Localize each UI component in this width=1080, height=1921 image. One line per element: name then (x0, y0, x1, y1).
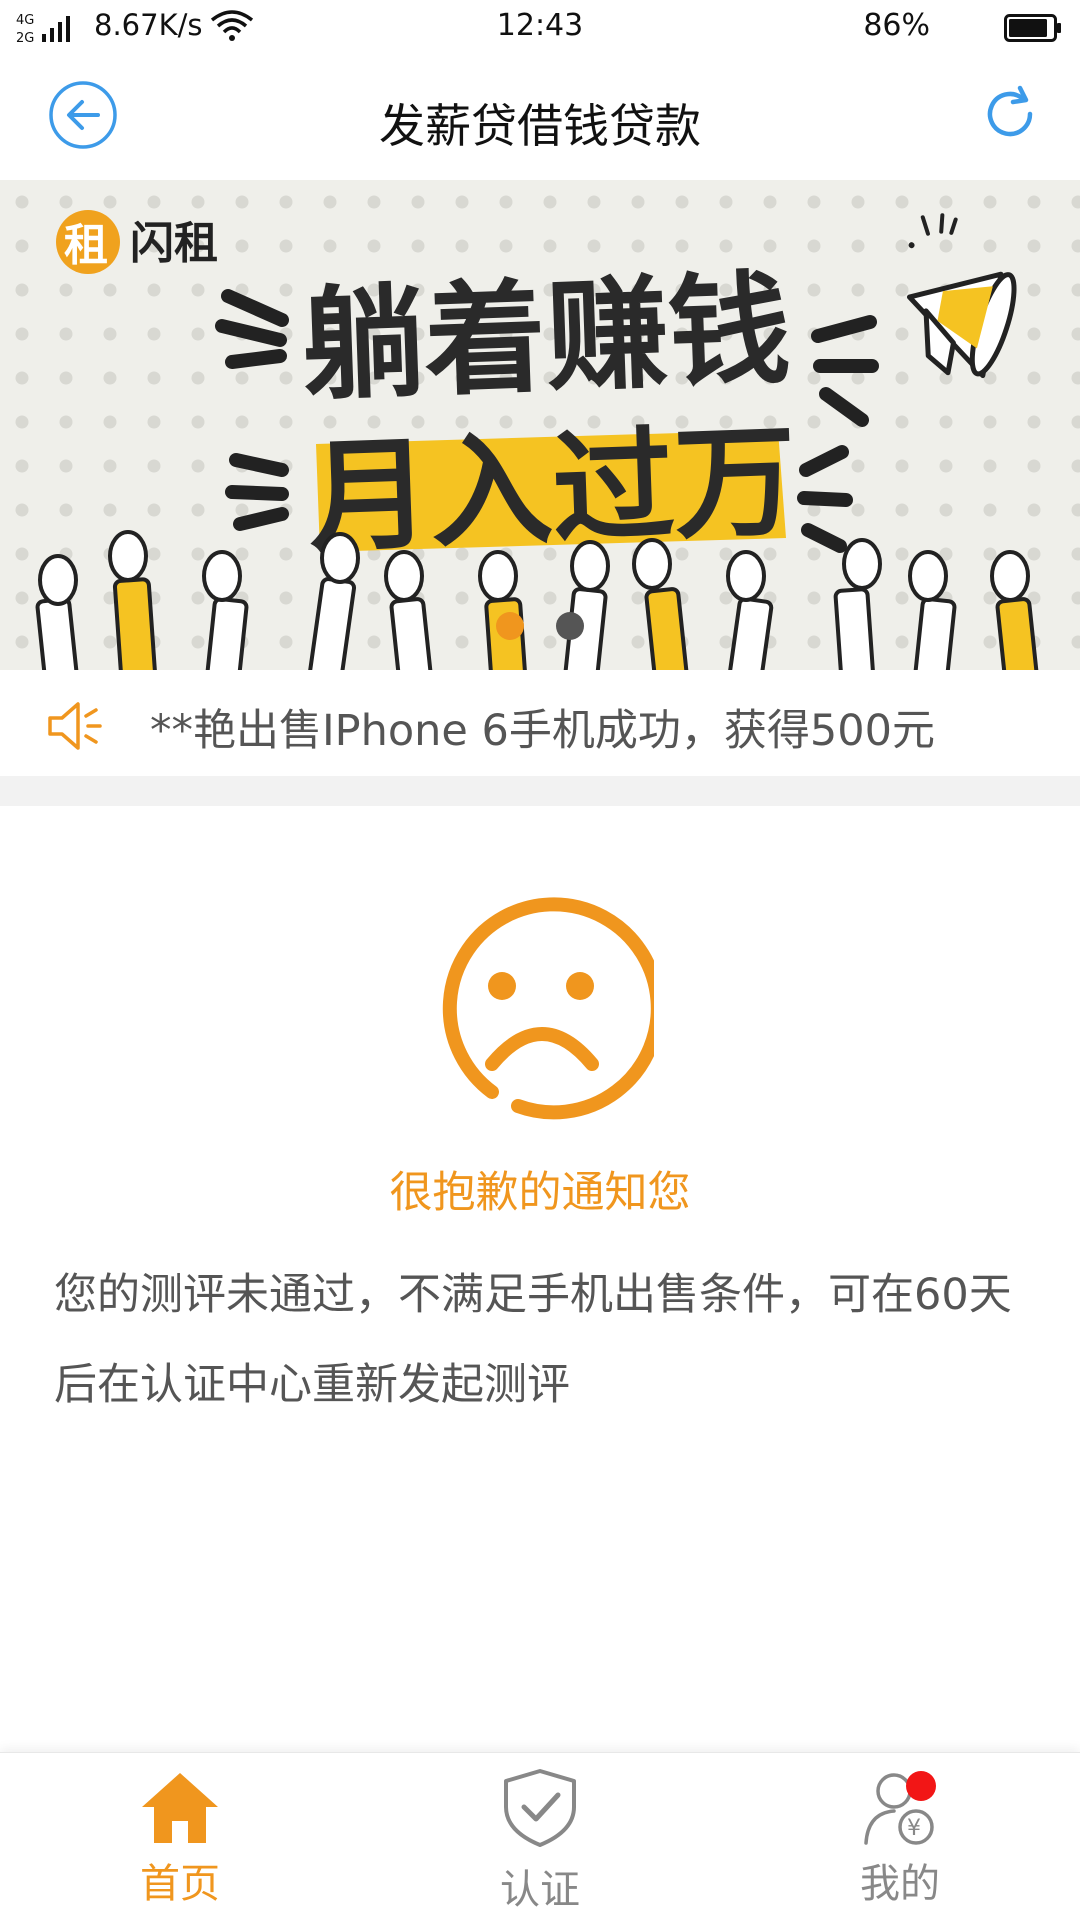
bottom-tab-bar: 首页 认证 ¥ 我的 (0, 1752, 1080, 1921)
tab-mine[interactable]: ¥ 我的 (800, 1753, 1000, 1921)
page-title: 发薪贷借钱贷款 (379, 99, 701, 153)
tab-certification-label: 认证 (500, 1867, 580, 1913)
home-icon (142, 1773, 218, 1843)
battery-icon (1004, 14, 1061, 42)
tab-mine-label: 我的 (860, 1861, 940, 1907)
promo-banner[interactable]: 租 闪租 躺着赚钱 月入过万 (0, 180, 1080, 670)
result-title: 很抱歉的通知您 (389, 1168, 691, 1218)
announcement-bar: **艳出售IPhone 6手机成功，获得500元 (0, 670, 1080, 776)
tab-certification[interactable]: 认证 (440, 1753, 640, 1921)
nav-header: 发薪贷借钱贷款 (0, 56, 1080, 182)
battery-percent: 86% (863, 8, 930, 43)
speaker-icon (48, 702, 102, 750)
sad-face-icon (442, 897, 654, 1120)
result-message: 您的测评未通过，不满足手机出售条件，可在60天后在认证中心重新发起测评 (54, 1270, 1012, 1410)
shield-check-icon (504, 1769, 576, 1847)
announcement-text: **艳出售IPhone 6手机成功，获得500元 (150, 706, 935, 756)
refresh-button[interactable] (980, 84, 1040, 144)
tab-home[interactable]: 首页 (80, 1753, 280, 1921)
svg-text:租: 租 (64, 220, 108, 271)
status-bar: 4G 2G 8.67K/s 12:43 86% (0, 0, 1080, 56)
section-divider (0, 776, 1080, 806)
svg-text:¥: ¥ (907, 1816, 921, 1841)
brand-logo: 租 闪租 (56, 210, 218, 274)
brand-name: 闪租 (130, 218, 218, 269)
carousel-dot-2[interactable] (556, 612, 584, 640)
banner-headline-1: 躺着赚钱 (300, 258, 793, 417)
banner-headline-2: 月入过万 (306, 410, 799, 569)
tab-home-label: 首页 (140, 1861, 220, 1907)
notification-dot (906, 1771, 936, 1801)
refresh-icon (987, 85, 1033, 137)
carousel-dot-1[interactable] (496, 612, 524, 640)
